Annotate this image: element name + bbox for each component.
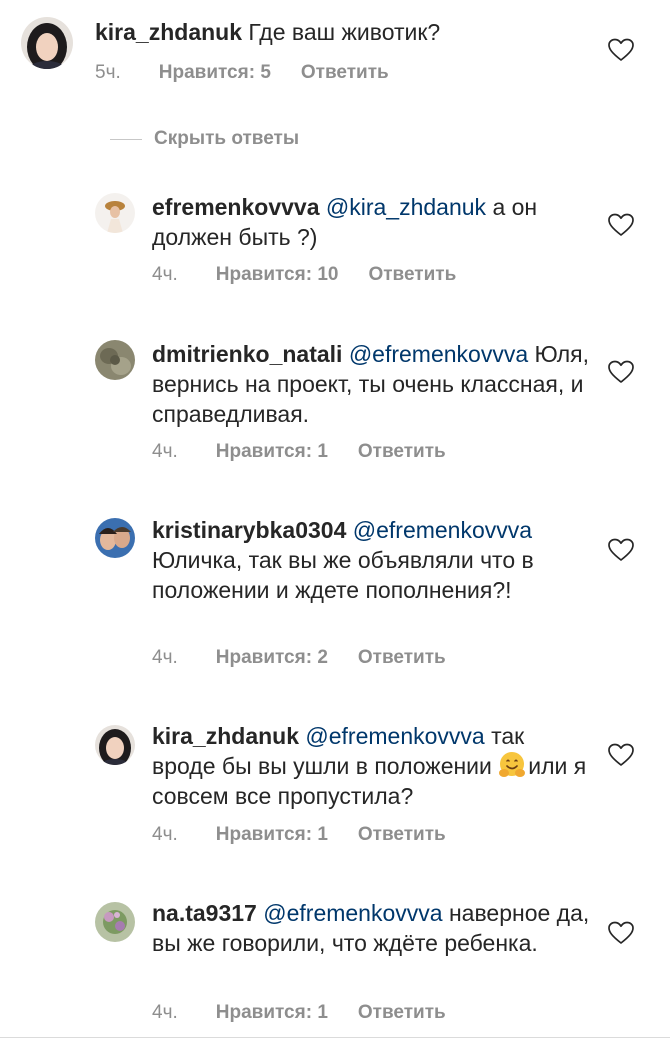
comment-text: Юличка, так вы же объявляли что в положе… bbox=[152, 547, 534, 603]
comment-mention[interactable]: @efremenkovvva bbox=[353, 517, 532, 543]
comment-username[interactable]: dmitrienko_natali bbox=[152, 341, 342, 367]
hugging-face-emoji bbox=[499, 752, 526, 777]
comment-meta: 4ч. Нравится: 2 Ответить bbox=[152, 647, 446, 669]
comment-mention[interactable]: @efremenkovvva bbox=[349, 341, 528, 367]
comment-likes[interactable]: Нравится: 1 bbox=[216, 824, 328, 846]
comment-body: kristinarybka0304 @efremenkovvva Юличка,… bbox=[152, 515, 592, 605]
comment-time: 4ч. bbox=[152, 441, 178, 462]
avatar[interactable] bbox=[95, 193, 135, 233]
comment-body: dmitrienko_natali @efremenkovvva Юля, ве… bbox=[152, 339, 592, 429]
comment-meta: 4ч. Нравится: 1 Ответить bbox=[152, 441, 446, 463]
comment-likes[interactable]: Нравится: 5 bbox=[159, 62, 271, 84]
comment-username[interactable]: kira_zhdanuk bbox=[152, 723, 299, 749]
heart-outline-icon[interactable] bbox=[608, 921, 634, 945]
comment-likes[interactable]: Нравится: 1 bbox=[216, 1002, 328, 1024]
heart-outline-icon[interactable] bbox=[608, 360, 634, 384]
reply-button[interactable]: Ответить bbox=[358, 824, 446, 846]
avatar[interactable] bbox=[95, 902, 135, 942]
reply-button[interactable]: Ответить bbox=[368, 264, 456, 286]
heart-outline-icon[interactable] bbox=[608, 538, 634, 562]
comment-text: Где ваш животик? bbox=[248, 19, 441, 45]
reply-button[interactable]: Ответить bbox=[358, 1002, 446, 1024]
comment-time: 4ч. bbox=[152, 647, 178, 668]
comment-mention[interactable]: @efremenkovvva bbox=[305, 723, 484, 749]
comment-meta: 4ч. Нравится: 1 Ответить bbox=[152, 1002, 446, 1024]
hide-replies-button[interactable]: Скрыть ответы bbox=[110, 126, 299, 152]
reply-button[interactable]: Ответить bbox=[358, 647, 446, 669]
comment-time: 5ч. bbox=[95, 62, 121, 83]
comment-time: 4ч. bbox=[152, 1002, 178, 1023]
reply-button[interactable]: Ответить bbox=[301, 62, 389, 84]
comment-meta: 4ч. Нравится: 1 Ответить bbox=[152, 824, 446, 846]
comment-body: kira_zhdanuk Где ваш животик? bbox=[95, 17, 595, 47]
avatar[interactable] bbox=[95, 725, 135, 765]
heart-outline-icon[interactable] bbox=[608, 213, 634, 237]
heart-outline-icon[interactable] bbox=[608, 38, 634, 62]
comment-username[interactable]: kira_zhdanuk bbox=[95, 19, 242, 45]
comment-mention[interactable]: @efremenkovvva bbox=[263, 900, 442, 926]
comment-body: na.ta9317 @efremenkovvva наверное да, вы… bbox=[152, 898, 592, 958]
comment-body: efremenkovvva @kira_zhdanuk а он должен … bbox=[152, 192, 592, 252]
comment-body: kira_zhdanuk @efremenkovvva так вроде бы… bbox=[152, 721, 592, 811]
heart-outline-icon[interactable] bbox=[608, 743, 634, 767]
comment-likes[interactable]: Нравится: 1 bbox=[216, 441, 328, 463]
comment-username[interactable]: efremenkovvva bbox=[152, 194, 320, 220]
comment-username[interactable]: na.ta9317 bbox=[152, 900, 257, 926]
avatar[interactable] bbox=[95, 518, 135, 558]
reply-button[interactable]: Ответить bbox=[358, 441, 446, 463]
comment-meta: 4ч. Нравится: 10 Ответить bbox=[152, 264, 456, 286]
divider bbox=[0, 1037, 670, 1038]
comment-username[interactable]: kristinarybka0304 bbox=[152, 517, 346, 543]
comment-time: 4ч. bbox=[152, 824, 178, 845]
avatar[interactable] bbox=[95, 340, 135, 380]
comment-mention[interactable]: @kira_zhdanuk bbox=[326, 194, 486, 220]
hide-replies-label[interactable]: Скрыть ответы bbox=[154, 128, 299, 150]
comment-likes[interactable]: Нравится: 10 bbox=[216, 264, 339, 286]
comment-likes[interactable]: Нравится: 2 bbox=[216, 647, 328, 669]
avatar[interactable] bbox=[21, 17, 73, 69]
comment-meta: 5ч. Нравится: 5 Ответить bbox=[95, 62, 389, 84]
hide-replies-line bbox=[110, 138, 142, 140]
comment-time: 4ч. bbox=[152, 264, 178, 285]
